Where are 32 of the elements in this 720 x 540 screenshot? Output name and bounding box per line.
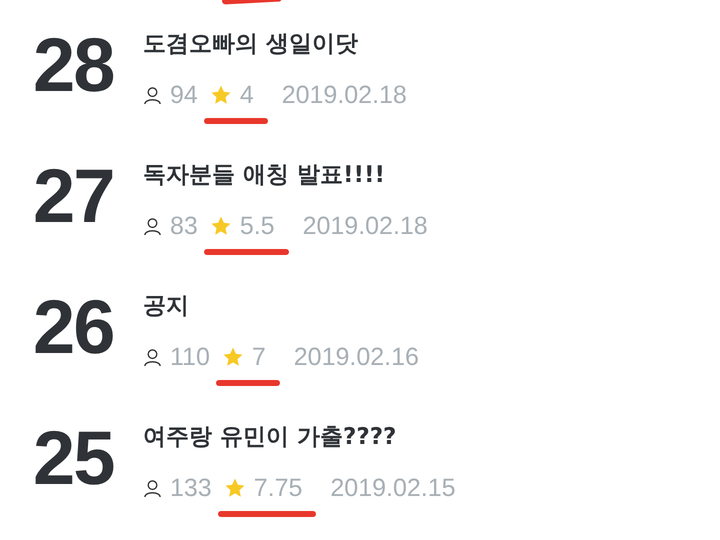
rating-value: 5.5 [240,212,275,240]
episode-item[interactable]: 27 독자분들 애칭 발표!!!! 83 5.5 2019.02.18 [0,131,720,262]
view-count: 94 [170,80,198,110]
star-icon [210,84,232,106]
episode-title: 여주랑 유민이 가출???? [143,422,398,452]
star-icon [224,477,246,499]
episode-date: 2019.02.15 [330,474,456,502]
star-icon [210,215,232,237]
rating-value: 7 [252,342,266,372]
rating-value: 4 [240,80,254,110]
view-count: 83 [170,212,198,240]
episode-item[interactable]: 28 도겸오빠의 생일이닷 94 4 2019.02.18 [0,0,720,131]
person-icon [143,86,162,104]
view-count: 110 [170,342,210,372]
episode-item[interactable]: 26 공지 110 7 2019.02.16 [0,262,720,393]
star-icon [222,346,244,368]
episode-title: 독자분들 애칭 발표!!!! [143,160,386,190]
person-icon [143,478,162,498]
episode-number: 27 [33,153,115,240]
episode-date: 2019.02.16 [294,342,419,372]
person-icon [143,216,162,236]
view-count: 133 [170,474,212,502]
person-icon [143,348,162,366]
episode-item[interactable]: 25 여주랑 유민이 가출???? 133 7.75 2019.02.15 [0,393,720,524]
episode-title: 공지 [143,292,190,320]
rating-value: 7.75 [254,474,302,502]
episode-title: 도겸오빠의 생일이닷 [143,30,360,58]
episode-date: 2019.02.18 [302,212,428,240]
episode-number: 25 [33,415,115,502]
episode-number: 26 [33,284,115,371]
episode-number: 28 [33,22,115,109]
episode-date: 2019.02.18 [282,80,407,110]
